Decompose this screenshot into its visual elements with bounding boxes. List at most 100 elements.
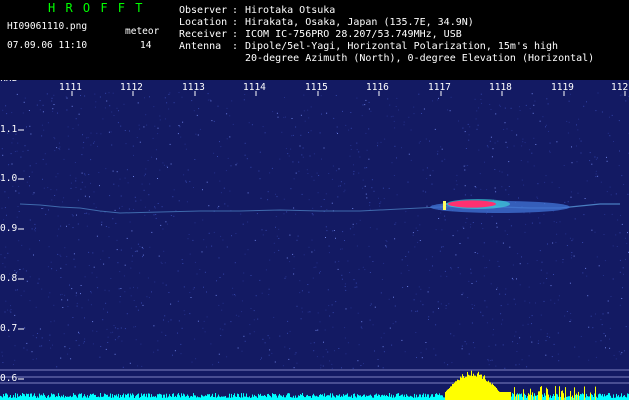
noise-pixel [362,187,364,189]
noise-pixel [137,365,139,367]
noise-pixel [235,164,237,166]
noise-pixel [338,168,340,170]
noise-pixel [577,192,579,194]
level-bar [441,395,442,400]
noise-pixel [224,203,226,205]
noise-pixel [285,148,287,150]
level-bar [378,394,379,400]
noise-pixel [349,272,351,273]
noise-pixel [169,143,171,145]
noise-pixel [99,96,101,98]
noise-pixel [288,155,290,157]
noise-pixel [16,150,18,152]
noise-pixel [287,320,289,322]
noise-pixel [268,288,270,290]
noise-pixel [437,153,439,155]
noise-pixel [170,319,172,321]
noise-pixel [355,282,357,284]
noise-pixel [446,275,448,277]
noise-pixel [164,97,166,99]
noise-pixel [415,310,417,312]
noise-pixel [273,316,275,318]
noise-pixel [322,365,324,367]
level-bar [473,373,474,400]
noise-pixel [116,171,118,173]
spectrogram-canvas [0,91,629,400]
noise-pixel [404,351,406,353]
level-bar [215,393,216,400]
noise-pixel [63,158,65,160]
noise-pixel [545,126,546,128]
level-bar [160,394,161,400]
noise-pixel [457,267,459,269]
noise-pixel [29,300,31,302]
noise-pixel [41,208,43,209]
level-bar [328,395,329,400]
noise-pixel [219,180,221,182]
noise-pixel [477,124,479,126]
level-bar [275,394,276,400]
noise-pixel [118,110,119,112]
level-bar [621,393,622,400]
noise-pixel [226,113,228,115]
noise-pixel [2,263,4,264]
noise-pixel [170,215,172,216]
level-bar [552,396,553,400]
noise-pixel [388,187,390,189]
level-bar [618,395,619,400]
noise-pixel [440,212,442,214]
level-bar [586,393,587,400]
level-bar [203,396,204,400]
noise-pixel [137,287,139,289]
noise-pixel [26,349,28,351]
noise-pixel [219,141,220,143]
noise-pixel [382,187,384,189]
noise-pixel [67,299,69,301]
level-bar [112,394,113,400]
noise-pixel [492,148,494,150]
noise-pixel [220,335,222,336]
noise-pixel [120,327,122,329]
noise-pixel [429,140,430,142]
noise-pixel [370,110,372,112]
noise-pixel [622,287,623,289]
colon-2: : [232,17,239,28]
noise-pixel [335,95,337,96]
noise-pixel [373,190,375,192]
noise-pixel [319,272,320,274]
level-bar [453,383,454,400]
noise-pixel [569,282,571,284]
level-bar [470,375,471,400]
level-bar [84,394,85,400]
level-bar [92,393,93,400]
noise-pixel [110,332,112,334]
noise-pixel [394,305,396,307]
level-bar [341,395,342,400]
noise-pixel [290,188,292,190]
noise-pixel [357,312,359,314]
level-bar [599,393,600,400]
level-bar [547,389,548,400]
noise-pixel [112,170,114,172]
noise-pixel [146,296,148,298]
level-bar [360,395,361,400]
noise-pixel [139,246,141,248]
noise-pixel [383,351,385,353]
noise-pixel [141,246,143,248]
noise-pixel [531,152,533,154]
noise-pixel [291,135,293,137]
noise-pixel [531,222,533,224]
noise-pixel [220,146,222,148]
noise-pixel [432,100,433,102]
level-bar [208,394,209,400]
level-bar [456,381,457,400]
level-bar [268,393,269,400]
noise-pixel [264,342,266,344]
noise-pixel [597,92,599,94]
noise-pixel [625,258,626,260]
level-bar [28,393,29,400]
noise-pixel [295,172,297,174]
level-bar [577,394,578,400]
noise-pixel [296,305,298,307]
noise-pixel [153,351,155,353]
